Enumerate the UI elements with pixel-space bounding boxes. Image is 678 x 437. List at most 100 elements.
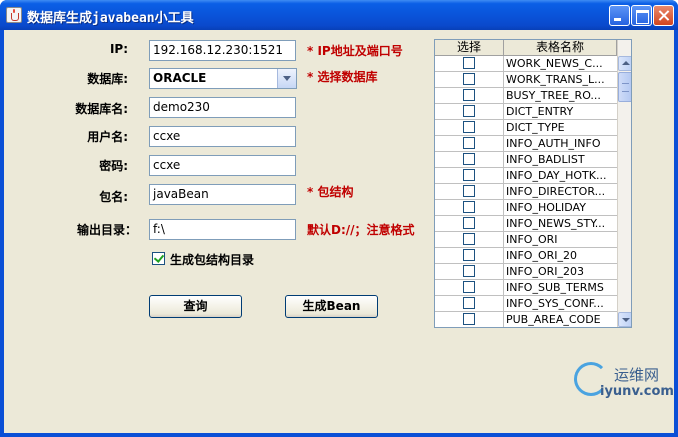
row-select-cell[interactable]	[435, 72, 504, 87]
row-select-cell[interactable]	[435, 312, 504, 327]
row-checkbox[interactable]	[463, 217, 475, 229]
db-label: 数据库:	[87, 72, 128, 86]
table-row[interactable]: INFO_DIRECTOR...	[435, 184, 617, 200]
row-select-cell[interactable]	[435, 136, 504, 151]
output-input[interactable]: f:\	[149, 219, 296, 240]
row-select-cell[interactable]	[435, 296, 504, 311]
table-row[interactable]: INFO_SUB_TERMS	[435, 280, 617, 296]
output-hint: 默认D://；注意格式	[307, 223, 415, 237]
row-checkbox[interactable]	[463, 121, 475, 133]
row-checkbox[interactable]	[463, 265, 475, 277]
table-row[interactable]: BUSY_TREE_RO...	[435, 88, 617, 104]
package-input[interactable]: javaBean	[149, 184, 296, 205]
table-row[interactable]: INFO_DAY_HOTK...	[435, 168, 617, 184]
app-window: 数据库生成javabean小工具 IP: 192.168.12.230:1521…	[0, 0, 678, 437]
table-row[interactable]: INFO_HOLIDAY	[435, 200, 617, 216]
row-select-cell[interactable]	[435, 88, 504, 103]
row-checkbox[interactable]	[463, 169, 475, 181]
table-row[interactable]: WORK_TRANS_L...	[435, 72, 617, 88]
row-table-name: INFO_AUTH_INFO	[506, 137, 601, 150]
package-hint: * 包结构	[307, 185, 354, 199]
title-bar[interactable]: 数据库生成javabean小工具	[0, 0, 678, 30]
ip-label: IP:	[109, 42, 128, 56]
row-select-cell[interactable]	[435, 56, 504, 71]
row-checkbox[interactable]	[463, 249, 475, 261]
row-checkbox[interactable]	[463, 73, 475, 85]
row-table-name: INFO_HOLIDAY	[506, 201, 586, 214]
row-table-name: INFO_ORI_20	[506, 249, 578, 262]
gen-dirs-label: 生成包结构目录	[170, 253, 255, 267]
watermark-en: iyunv.com	[600, 384, 674, 399]
row-table-name: INFO_BADLIST	[506, 153, 585, 166]
dbname-label: 数据库名:	[75, 102, 128, 116]
ip-hint: * IP地址及端口号	[307, 44, 403, 58]
table-row[interactable]: DICT_ENTRY	[435, 104, 617, 120]
table-row[interactable]: INFO_NEWS_STY...	[435, 216, 617, 232]
row-checkbox[interactable]	[463, 233, 475, 245]
row-table-name: DICT_TYPE	[506, 121, 565, 134]
row-select-cell[interactable]	[435, 280, 504, 295]
close-button[interactable]	[653, 5, 674, 26]
row-select-cell[interactable]	[435, 104, 504, 119]
scroll-thumb[interactable]	[618, 72, 631, 102]
row-checkbox[interactable]	[463, 57, 475, 69]
row-table-name: BUSY_TREE_RO...	[506, 89, 601, 102]
query-button[interactable]: 查询	[149, 295, 242, 318]
column-header-name[interactable]: 表格名称	[504, 40, 617, 56]
row-select-cell[interactable]	[435, 184, 504, 199]
row-select-cell[interactable]	[435, 216, 504, 231]
db-hint: * 选择数据库	[307, 70, 378, 84]
row-table-name: INFO_NEWS_STY...	[506, 217, 606, 230]
row-checkbox[interactable]	[463, 137, 475, 149]
row-select-cell[interactable]	[435, 168, 504, 183]
row-select-cell[interactable]	[435, 264, 504, 279]
table-row[interactable]: PUB_AREA_CODE	[435, 312, 617, 327]
gen-dirs-checkbox[interactable]	[152, 252, 165, 265]
table-row[interactable]: WORK_NEWS_C...	[435, 56, 617, 72]
password-input[interactable]: ccxe	[149, 155, 296, 176]
table-row[interactable]: INFO_AUTH_INFO	[435, 136, 617, 152]
db-select[interactable]: ORACLE	[149, 68, 297, 89]
minimize-button[interactable]	[609, 5, 630, 26]
row-select-cell[interactable]	[435, 200, 504, 215]
row-table-name: WORK_TRANS_L...	[506, 73, 605, 86]
dbname-input[interactable]: demo230	[149, 97, 296, 118]
row-checkbox[interactable]	[463, 185, 475, 197]
table-row[interactable]: INFO_ORI_20	[435, 248, 617, 264]
row-table-name: INFO_DIRECTOR...	[506, 185, 606, 198]
row-checkbox[interactable]	[463, 153, 475, 165]
chevron-down-icon[interactable]	[277, 69, 296, 88]
row-checkbox[interactable]	[463, 313, 475, 325]
row-checkbox[interactable]	[463, 297, 475, 309]
generate-bean-button[interactable]: 生成Bean	[285, 295, 378, 318]
vertical-scrollbar[interactable]	[617, 40, 631, 327]
row-table-name: INFO_DAY_HOTK...	[506, 169, 607, 182]
output-label: 输出目录：	[76, 223, 137, 237]
table-row[interactable]: INFO_SYS_CONF...	[435, 296, 617, 312]
row-select-cell[interactable]	[435, 152, 504, 167]
table-header: 选择 表格名称	[435, 40, 617, 56]
table-row[interactable]: INFO_ORI	[435, 232, 617, 248]
user-label: 用户名:	[87, 130, 128, 144]
package-label: 包名:	[99, 190, 128, 204]
scroll-down-icon[interactable]	[618, 312, 631, 327]
row-select-cell[interactable]	[435, 232, 504, 247]
user-input[interactable]: ccxe	[149, 126, 296, 147]
table-row[interactable]: INFO_BADLIST	[435, 152, 617, 168]
table-row[interactable]: INFO_ORI_203	[435, 264, 617, 280]
row-checkbox[interactable]	[463, 89, 475, 101]
table-list: 选择 表格名称 WORK_NEWS_C... WORK_TRANS_L... BUS…	[434, 39, 632, 328]
table-body: WORK_NEWS_C... WORK_TRANS_L... BUSY_TREE_R…	[435, 56, 617, 327]
column-header-select[interactable]: 选择	[435, 40, 504, 56]
row-select-cell[interactable]	[435, 120, 504, 135]
row-checkbox[interactable]	[463, 201, 475, 213]
maximize-button[interactable]	[631, 5, 652, 26]
table-row[interactable]: DICT_TYPE	[435, 120, 617, 136]
scroll-up-icon[interactable]	[618, 56, 631, 71]
ip-input[interactable]: 192.168.12.230:1521	[149, 40, 296, 61]
row-checkbox[interactable]	[463, 105, 475, 117]
row-select-cell[interactable]	[435, 248, 504, 263]
row-checkbox[interactable]	[463, 281, 475, 293]
window-title: 数据库生成javabean小工具	[27, 11, 194, 26]
row-table-name: WORK_NEWS_C...	[506, 57, 603, 70]
